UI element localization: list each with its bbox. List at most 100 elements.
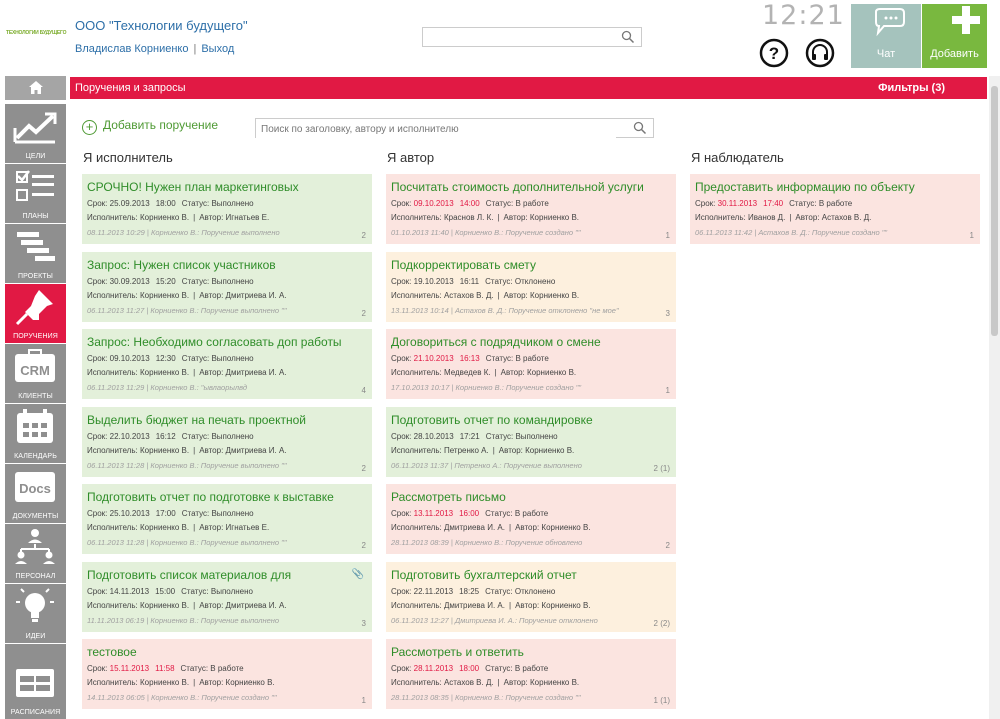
sidebar-item-assignments[interactable]: Поручения — [5, 284, 66, 343]
task-search-field[interactable] — [255, 118, 654, 139]
task-meta-people: Исполнитель: Краснов Л. К. | Автор: Корние… — [391, 213, 579, 222]
chat-button[interactable]: Чат — [851, 4, 921, 68]
due-date: 30.09.2013 — [109, 277, 150, 286]
company-name[interactable]: ООО "Технологии будущего" — [75, 18, 248, 33]
user-name-link[interactable]: Владислав Корниенко — [75, 43, 188, 55]
filters-button[interactable]: Фильтры (3) — [878, 82, 945, 94]
sidebar-item-calendar[interactable]: Календарь — [5, 404, 66, 463]
task-title[interactable]: Подкорректировать смету — [391, 258, 536, 272]
search-icon[interactable] — [633, 121, 647, 135]
author-label: Автор: — [503, 213, 528, 222]
executor-name: Корниенко В. — [139, 213, 190, 222]
task-card[interactable]: Выделить бюджет на печать проектной Срок:… — [82, 407, 372, 477]
logout-link[interactable]: Выход — [201, 43, 234, 55]
task-title[interactable]: Выделить бюджет на печать проектной — [87, 413, 306, 427]
task-card[interactable]: Посчитать стоимость дополнительной услуг… — [386, 174, 676, 244]
status-label: Статус: — [789, 199, 817, 208]
due-date: 25.09.2013 — [109, 199, 150, 208]
due-time: 17:00 — [155, 509, 176, 518]
task-card[interactable]: Рассмотреть письмо Срок: 13.11.2013 16:00 С… — [386, 484, 676, 554]
sidebar-item-plans[interactable]: Планы — [5, 164, 66, 223]
home-button[interactable] — [5, 76, 66, 100]
status-label: Статус: — [181, 432, 210, 441]
status-label: Статус: — [181, 509, 210, 518]
executor-name: Астахов В. Д. — [443, 678, 494, 687]
sidebar-item-clients[interactable]: CRM Клиенты — [5, 344, 66, 403]
status-label: Статус: — [485, 432, 514, 441]
task-title[interactable]: СРОЧНО! Нужен план маркетинговых — [87, 180, 299, 194]
executor-label: Исполнитель: — [87, 291, 138, 300]
global-search-input[interactable] — [422, 27, 642, 47]
task-title[interactable]: Подготовить отчет по командировке — [391, 413, 593, 427]
executor-label: Исполнитель: — [391, 601, 442, 610]
task-card[interactable]: Подготовить список материалов для 📎 Срок: … — [82, 562, 372, 632]
task-title[interactable]: Подготовить список материалов для — [87, 568, 291, 582]
task-card[interactable]: Договориться с подрядчиком о смене Срок: … — [386, 329, 676, 399]
sidebar-item-staff[interactable]: Персонал — [5, 524, 66, 583]
docs-icon: Docs — [15, 472, 55, 502]
executor-name: Астахов В. Д. — [443, 291, 494, 300]
checklist-icon — [16, 170, 54, 201]
task-card[interactable]: Запрос: Нужен список участников Срок: 30.… — [82, 252, 372, 322]
author-name: Дмитриева И. А. — [225, 601, 287, 610]
scrollbar-thumb[interactable] — [991, 86, 998, 336]
status-label: Статус: — [181, 354, 210, 363]
due-label: Срок: — [391, 277, 412, 286]
comment-count: 2 — [665, 541, 670, 550]
task-card[interactable]: Подготовить отчет по командировке Срок: 2… — [386, 407, 676, 477]
task-title[interactable]: Рассмотреть письмо — [391, 490, 506, 504]
task-meta-people: Исполнитель: Дмитриева И. А. | Автор: Корн… — [391, 523, 591, 532]
task-title[interactable]: Посчитать стоимость дополнительной услуг… — [391, 180, 644, 194]
due-label: Срок: — [695, 199, 716, 208]
task-card[interactable]: Подготовить отчет по подготовке к выстав… — [82, 484, 372, 554]
sidebar-item-documents[interactable]: Docs Документы — [5, 464, 66, 523]
task-title[interactable]: Предоставить информацию по объекту — [695, 180, 915, 194]
sidebar-item-projects[interactable]: Проекты — [5, 224, 66, 283]
sidebar-label: Цели — [25, 153, 46, 160]
comment-count: 1 — [665, 386, 670, 395]
task-title[interactable]: тестовое — [87, 645, 137, 659]
company-logo[interactable]: ТЕХНОЛОГИИ БУДУЩЕГО — [6, 30, 66, 36]
search-icon[interactable] — [621, 30, 635, 44]
task-meta-due: Срок: 30.11.2013 17:40 Статус: В работе — [695, 199, 852, 208]
task-title[interactable]: Запрос: Нужен список участников — [87, 258, 276, 272]
author-label: Автор: — [503, 678, 528, 687]
headset-icon[interactable] — [805, 38, 835, 68]
task-title[interactable]: Подготовить бухгалтерский отчет — [391, 568, 577, 582]
task-card[interactable]: СРОЧНО! Нужен план маркетинговых Срок: 25… — [82, 174, 372, 244]
add-button[interactable]: Добавить — [922, 4, 987, 68]
chat-bubble-icon — [875, 8, 905, 37]
executor-label: Исполнитель: — [391, 213, 442, 222]
task-title[interactable]: Договориться с подрядчиком о смене — [391, 335, 601, 349]
task-meta-people: Исполнитель: Иванов Д. | Автор: Астахов В.… — [695, 213, 871, 222]
due-label: Срок: — [87, 199, 108, 208]
task-card[interactable]: Предоставить информацию по объекту Срок: … — [690, 174, 980, 244]
last-activity: 08.11.2013 10:29 | Корниенко В.: Поручен… — [87, 228, 280, 237]
sidebar-item-goals[interactable]: Цели — [5, 104, 66, 163]
author-label: Автор: — [795, 213, 820, 222]
last-activity: 06.11.2013 11:29 | Корниенко В.: "ывлаор… — [87, 383, 248, 392]
author-name: Корниенко В. — [541, 601, 591, 610]
help-icon[interactable]: ? — [759, 38, 789, 68]
task-card[interactable]: тестовое Срок: 15.11.2013 11:58 Статус: В р… — [82, 639, 372, 709]
sidebar-item-schedules[interactable]: Расписания — [5, 644, 66, 719]
scrollbar[interactable] — [989, 76, 1000, 719]
column-title-observer: Я наблюдатель — [691, 150, 784, 165]
task-card[interactable]: Подготовить бухгалтерский отчет Срок: 22.… — [386, 562, 676, 632]
add-task-button[interactable]: + Добавить поручение — [82, 118, 218, 135]
task-title[interactable]: Подготовить отчет по подготовке к выстав… — [87, 490, 334, 504]
task-title[interactable]: Запрос: Необходимо согласовать доп работ… — [87, 335, 342, 349]
comment-count: 2 — [361, 464, 366, 473]
due-date: 21.10.2013 — [413, 354, 454, 363]
author-label: Автор: — [503, 291, 528, 300]
status-label: Статус: — [485, 664, 513, 673]
task-search-input[interactable] — [256, 120, 616, 139]
task-card[interactable]: Рассмотреть и ответить Срок: 28.11.2013 18… — [386, 639, 676, 709]
task-card[interactable]: Подкорректировать смету Срок: 19.10.2013 1… — [386, 252, 676, 322]
task-title[interactable]: Рассмотреть и ответить — [391, 645, 524, 659]
task-card[interactable]: Запрос: Необходимо согласовать доп работ… — [82, 329, 372, 399]
author-label: Автор: — [199, 291, 224, 300]
sidebar-item-ideas[interactable]: Идеи — [5, 584, 66, 643]
status-label: Статус: — [181, 587, 209, 596]
add-circle-icon: + — [82, 120, 97, 135]
